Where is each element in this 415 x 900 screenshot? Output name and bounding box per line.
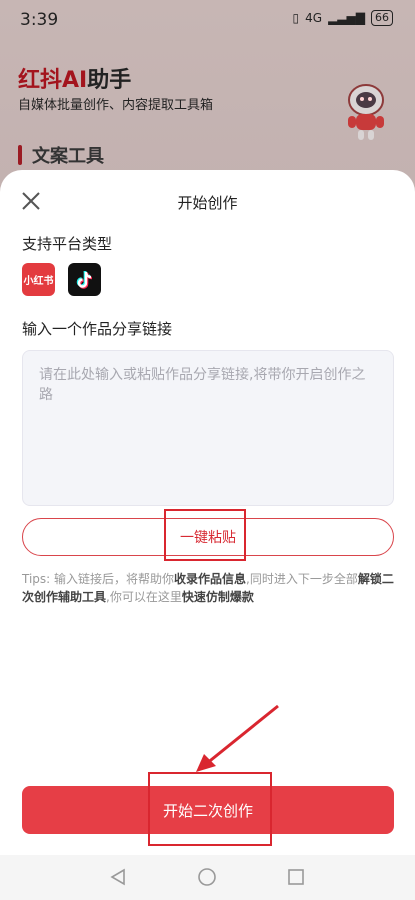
- recents-square-icon[interactable]: [286, 867, 306, 887]
- system-nav-bar: [0, 855, 415, 900]
- app-title-suffix: 助手: [87, 68, 132, 93]
- share-link-input[interactable]: [22, 350, 394, 506]
- status-icons: ▯ 4G ▂▃▅▇ 66: [293, 10, 393, 26]
- tips-bold-3: 快速仿制爆款: [181, 590, 254, 604]
- tips-part-3: ,你可以在这里: [106, 590, 182, 604]
- app-title-brand: 红抖AI: [18, 68, 88, 93]
- section-header: 文案工具: [18, 142, 104, 168]
- tips-text: Tips: 输入链接后，将帮助你收录作品信息,同时进入下一步全部解锁二次创作辅助…: [22, 570, 396, 606]
- platforms-label: 支持平台类型: [22, 235, 113, 253]
- app-title: 红抖AI助手: [18, 62, 131, 94]
- annotation-arrow-icon: [196, 704, 279, 772]
- network-type: 4G: [305, 11, 323, 25]
- highlight-box-start: [148, 772, 272, 846]
- section-title: 文案工具: [32, 146, 104, 167]
- section-bar: [18, 145, 22, 165]
- tips-part-2: ,同时进入下一步全部: [246, 572, 358, 586]
- battery-level: 66: [371, 10, 393, 26]
- douyin-icon: [68, 263, 101, 296]
- xiaohongshu-icon: 小红书: [22, 263, 55, 296]
- back-triangle-icon[interactable]: [108, 867, 128, 887]
- tips-part-1: Tips: 输入链接后，将帮助你: [22, 572, 175, 586]
- app-subtitle: 自媒体批量创作、内容提取工具箱: [18, 98, 214, 113]
- status-bar: 3:39 ▯ 4G ▂▃▅▇ 66: [0, 0, 415, 40]
- highlight-box-paste: [164, 509, 246, 561]
- vibrate-icon: ▯: [292, 11, 300, 25]
- tips-bold-1: 收录作品信息: [174, 572, 247, 586]
- status-time: 3:39: [20, 10, 59, 30]
- sheet-title: 开始创作: [177, 194, 238, 212]
- home-circle-icon[interactable]: [197, 867, 217, 887]
- link-label: 输入一个作品分享链接: [22, 320, 173, 338]
- signal-icon: ▂▃▅▇: [328, 11, 365, 25]
- robot-mascot-icon: [348, 84, 384, 140]
